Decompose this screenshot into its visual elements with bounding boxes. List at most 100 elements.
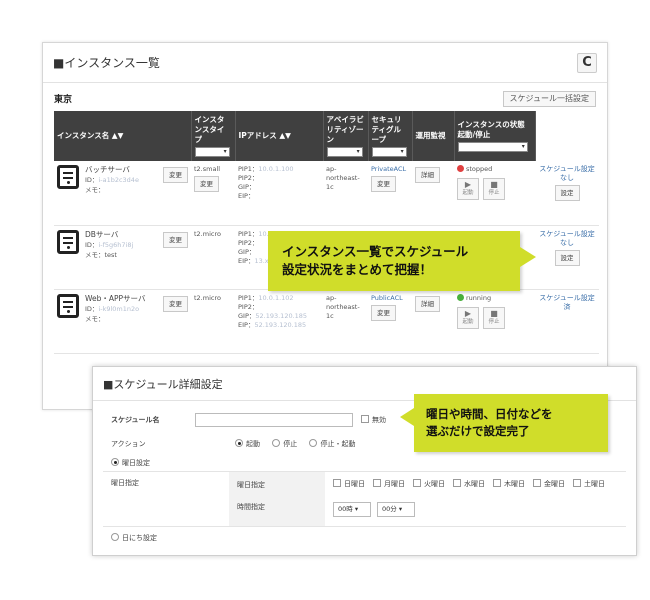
table-header-row: インスタンス名 ▲▼ インスタンスタイプ ▾ IPアドレス ▲▼ アベイラビリティ… xyxy=(54,111,599,161)
instance-id: ID：i-k9l0m1n2o xyxy=(85,304,140,313)
cell-instance: DBサーバ ID：i-f5g6h7i8j メモ：test 変更 xyxy=(54,225,191,290)
schedule-set-button[interactable]: 設定 xyxy=(554,185,580,201)
security-group-link[interactable]: PublicACL xyxy=(371,294,409,303)
instance-memo: メモ： xyxy=(85,186,105,194)
cell-ip: PIP1：10.0.1.100 PIP2： GIP： EIP： xyxy=(235,161,323,226)
weekday-mid-label: 曜日指定 xyxy=(237,481,265,489)
start-button[interactable]: ▶ 起動 xyxy=(457,306,479,329)
instance-id: ID：i-a1b2c3d4e xyxy=(85,176,139,184)
instance-memo: メモ：test xyxy=(85,250,117,259)
cell-type: t2.micro xyxy=(191,289,235,354)
server-icon xyxy=(57,293,79,318)
col-monitoring: 運用監視 xyxy=(412,111,455,161)
region-name: 東京 xyxy=(54,95,73,105)
change-type-button[interactable]: 変更 xyxy=(194,176,219,192)
weekday-mode-label: 曜日設定 xyxy=(122,459,150,467)
col-ip-address[interactable]: IPアドレス ▲▼ xyxy=(235,111,324,161)
weekday-settings: 曜日指定 曜日指定 時間指定 日曜日 月曜日 火曜日 水曜日 木曜日 金曜日 土… xyxy=(103,471,626,527)
table-row: バッチサーバ ID：i-a1b2c3d4e メモ： 変更 t2.small 変更 PIP1：… xyxy=(54,161,599,226)
day-saturday[interactable]: 土曜日 xyxy=(573,479,605,489)
col-instance-state: インスタンスの状態 起動/停止 ▾ xyxy=(454,111,536,161)
cell-type: t2.small 変更 xyxy=(191,161,235,226)
day-sunday[interactable]: 日曜日 xyxy=(333,479,365,489)
day-friday[interactable]: 金曜日 xyxy=(533,479,565,489)
callout-list-line2: 設定状況をまとめて把握！ xyxy=(282,262,433,277)
edit-name-button[interactable]: 変更 xyxy=(163,295,188,312)
action-options: 起動 停止 停止・起動 xyxy=(235,439,365,449)
minute-select[interactable]: 00分 ▾ xyxy=(377,502,415,517)
date-mode-row[interactable]: 日にち設定 xyxy=(103,533,626,543)
schedule-name-label: スケジュール名 xyxy=(111,416,160,424)
list-panel-title: ■インスタンス一覧 xyxy=(53,56,160,70)
callout-detail-line1: 曜日や時間、日付などを xyxy=(426,407,553,421)
hour-select[interactable]: 00時 ▾ xyxy=(333,502,371,517)
schedule-set-button[interactable]: 設定 xyxy=(554,249,580,266)
col-instance-name[interactable]: インスタンス名 ▲▼ xyxy=(54,111,192,161)
stop-button[interactable]: ■ 停止 xyxy=(483,178,505,200)
stop-button[interactable]: ■ 停止 xyxy=(483,306,505,329)
weekday-left-label: 曜日指定 xyxy=(111,479,139,487)
schedule-name-input[interactable] xyxy=(195,413,353,427)
schedule-status-link[interactable]: スケジュール設定なし xyxy=(538,230,596,248)
action-option-stop[interactable]: 停止 xyxy=(272,439,297,448)
day-tuesday[interactable]: 火曜日 xyxy=(413,479,445,489)
radio-icon[interactable] xyxy=(309,439,318,447)
instance-name: バッチサーバ xyxy=(85,165,130,174)
start-button[interactable]: ▶ 起動 xyxy=(457,178,479,200)
callout-schedule-detail: 曜日や時間、日付などを 選ぶだけで設定完了 xyxy=(400,394,608,452)
action-option-start[interactable]: 起動 xyxy=(235,439,260,448)
cell-security-group: PrivateACL 変更 xyxy=(368,161,412,226)
radio-icon[interactable] xyxy=(111,533,119,541)
cell-security-group: PublicACL 変更 xyxy=(368,289,412,354)
az-filter-select[interactable]: ▾ xyxy=(326,147,363,157)
edit-name-button[interactable]: 変更 xyxy=(163,231,188,248)
day-wednesday[interactable]: 水曜日 xyxy=(453,479,485,489)
stage: ■インスタンス一覧 C 東京 スケジュール一括設定 インスタンス名 ▲▼ インス… xyxy=(0,0,650,600)
radio-icon[interactable] xyxy=(111,458,119,466)
action-label: アクション xyxy=(111,440,146,448)
cell-monitor: 詳細 xyxy=(412,289,454,354)
edit-name-button[interactable]: 変更 xyxy=(163,167,188,183)
time-mid-label: 時間指定 xyxy=(237,503,265,511)
sg-filter-select[interactable]: ▾ xyxy=(371,147,407,157)
type-filter-select[interactable]: ▾ xyxy=(194,147,230,157)
weekday-mid-column: 曜日指定 時間指定 xyxy=(229,472,325,526)
stop-icon: ■ xyxy=(490,180,498,189)
security-group-link[interactable]: PrivateACL xyxy=(371,165,409,174)
schedule-status-link[interactable]: スケジュール設定なし xyxy=(538,165,596,183)
play-icon: ▶ xyxy=(464,180,472,189)
callout-list-line1: インスタンス一覧でスケジュール xyxy=(282,244,469,259)
state-filter-select[interactable]: ▾ xyxy=(457,142,528,152)
disable-checkbox[interactable] xyxy=(361,415,369,423)
monitor-detail-button[interactable]: 詳細 xyxy=(415,167,440,183)
change-sg-button[interactable]: 変更 xyxy=(371,176,396,192)
cell-monitor: 詳細 xyxy=(412,161,454,226)
col-availability-zone: アベイラビリティゾーン ▾ xyxy=(323,111,369,161)
action-option-stop-start[interactable]: 停止・起動 xyxy=(309,439,355,448)
cell-instance: バッチサーバ ID：i-a1b2c3d4e メモ： 変更 xyxy=(54,161,191,226)
radio-icon[interactable] xyxy=(235,439,243,447)
instance-id: ID：i-f5g6h7i8j xyxy=(85,240,134,249)
bulk-schedule-button[interactable]: スケジュール一括設定 xyxy=(502,91,596,107)
disable-checkbox-wrap[interactable]: 無効 xyxy=(361,415,386,425)
monitor-detail-button[interactable]: 詳細 xyxy=(415,295,440,312)
status-dot-icon xyxy=(457,293,464,301)
day-monday[interactable]: 月曜日 xyxy=(373,479,405,489)
cell-az: ap-northeast-1c xyxy=(323,161,368,226)
weekday-mode-row[interactable]: 曜日設定 xyxy=(103,458,626,468)
radio-icon[interactable] xyxy=(272,439,281,447)
refresh-icon[interactable]: C xyxy=(577,52,597,73)
callout-detail-line2: 選ぶだけで設定完了 xyxy=(426,424,530,438)
cell-schedule: スケジュール設定なし 設定 xyxy=(535,225,599,290)
day-list: 日曜日 月曜日 火曜日 水曜日 木曜日 金曜日 土曜日 xyxy=(333,479,613,489)
day-thursday[interactable]: 木曜日 xyxy=(493,479,525,489)
instance-name: DBサーバ xyxy=(85,229,119,239)
cell-type: t2.micro xyxy=(191,225,235,290)
stop-icon: ■ xyxy=(490,308,498,318)
region-row: 東京 スケジュール一括設定 xyxy=(43,83,607,111)
cell-schedule: スケジュール設定なし 設定 xyxy=(535,161,599,226)
schedule-status-link[interactable]: スケジュール設定済 xyxy=(538,294,596,312)
change-sg-button[interactable]: 変更 xyxy=(371,304,396,321)
date-mode-label: 日にち設定 xyxy=(122,534,157,542)
cell-state: running ▶ 起動 ■ 停止 xyxy=(454,289,535,354)
